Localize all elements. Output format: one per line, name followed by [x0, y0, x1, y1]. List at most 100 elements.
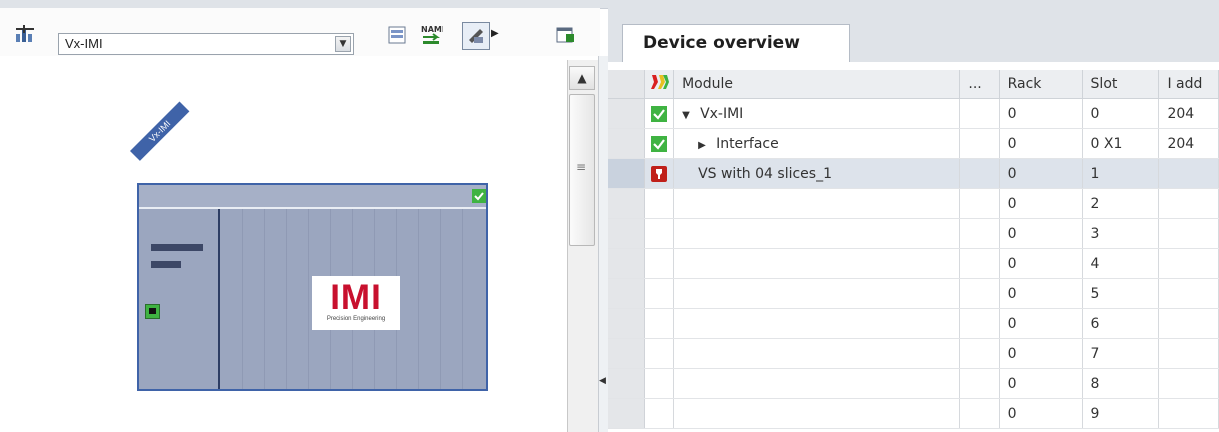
row-selector[interactable] [608, 98, 645, 129]
module-name: VS with 04 slices_1 [698, 165, 832, 182]
interface-port-icon[interactable] [145, 304, 160, 319]
scroll-up-icon[interactable]: ▲ [569, 66, 595, 90]
row-selector[interactable] [608, 308, 645, 339]
slot-cell[interactable]: 9 [1082, 398, 1160, 429]
network-tool-icon[interactable] [12, 22, 38, 48]
rack-cell[interactable]: 0 [999, 128, 1083, 159]
row-selector[interactable] [608, 218, 645, 249]
rack-cell[interactable]: 0 [999, 98, 1083, 129]
table-row[interactable]: 07 [608, 338, 1219, 369]
i-address-cell[interactable] [1158, 188, 1219, 219]
rack-cell[interactable]: 0 [999, 398, 1083, 429]
expand-right-icon[interactable]: ▶ [698, 140, 716, 151]
module-cell[interactable] [673, 368, 961, 399]
table-row[interactable]: ▼ Vx-IMI 0 0 204 [608, 98, 1219, 129]
module-cell[interactable] [673, 278, 961, 309]
i-address-cell[interactable] [1158, 278, 1219, 309]
device-select-value: Vx-IMI [65, 36, 103, 51]
slot-cell[interactable]: 5 [1082, 278, 1160, 309]
table-row[interactable]: 09 [608, 398, 1219, 429]
row-selector[interactable] [608, 338, 645, 369]
device-overview-table: Module ... Rack Slot I add ▼ Vx-IMI 0 0 204 ▶… [608, 70, 1219, 429]
slot-cell[interactable]: 0 X1 [1082, 128, 1160, 159]
slot-cell[interactable]: 6 [1082, 308, 1160, 339]
table-row[interactable]: ▶ Interface 0 0 X1 204 [608, 128, 1219, 159]
row-selector[interactable] [608, 158, 645, 189]
module-list-icon[interactable] [384, 22, 410, 48]
table-row[interactable]: 03 [608, 218, 1219, 249]
column-dots[interactable]: ... [959, 70, 1000, 99]
slot-cell[interactable]: 2 [1082, 188, 1160, 219]
status-cell [644, 188, 675, 219]
row-selector[interactable] [608, 248, 645, 279]
rack-cell[interactable]: 0 [999, 278, 1083, 309]
i-address-cell[interactable] [1158, 248, 1219, 279]
table-row[interactable]: 02 [608, 188, 1219, 219]
column-slot[interactable]: Slot [1082, 70, 1160, 99]
row-selector[interactable] [608, 188, 645, 219]
i-address-cell[interactable] [1158, 308, 1219, 339]
rack-cell[interactable]: 0 [999, 248, 1083, 279]
slot-cell[interactable]: 4 [1082, 248, 1160, 279]
table-row[interactable]: VS with 04 slices_1 0 1 [608, 158, 1219, 189]
column-rack[interactable]: Rack [999, 70, 1083, 99]
view-toggle-icon[interactable] [462, 22, 490, 50]
rack-cell[interactable]: 0 [999, 308, 1083, 339]
i-address-cell[interactable]: 204 [1158, 98, 1219, 129]
chevron-right-icon[interactable]: ▶ [491, 28, 499, 39]
rack-cell[interactable]: 0 [999, 188, 1083, 219]
status-ok-icon [472, 189, 486, 203]
status-cell [644, 98, 675, 129]
status-ok-icon [650, 135, 667, 152]
dots-cell [959, 98, 1000, 129]
i-address-cell[interactable] [1158, 158, 1219, 189]
device-module[interactable]: IMI Precision Engineering [137, 183, 488, 391]
rack-cell[interactable]: 0 [999, 368, 1083, 399]
i-address-cell[interactable] [1158, 368, 1219, 399]
module-cell[interactable] [673, 248, 961, 279]
module-cell[interactable] [673, 308, 961, 339]
canvas-scrollbar[interactable]: ▲ ≡ [567, 60, 599, 432]
i-address-cell[interactable] [1158, 398, 1219, 429]
module-cell[interactable] [673, 188, 961, 219]
slot-cell[interactable]: 3 [1082, 218, 1160, 249]
status-cell [644, 218, 675, 249]
table-row[interactable]: 08 [608, 368, 1219, 399]
rack-cell[interactable]: 0 [999, 218, 1083, 249]
device-select[interactable]: Vx-IMI ▼ [58, 33, 354, 55]
column-i-address[interactable]: I add [1158, 70, 1219, 99]
module-cell[interactable] [673, 398, 961, 429]
rack-cell[interactable]: 0 [999, 158, 1083, 189]
table-row[interactable]: 04 [608, 248, 1219, 279]
tab-device-overview[interactable]: Device overview [622, 24, 850, 62]
slot-cell[interactable]: 8 [1082, 368, 1160, 399]
column-module[interactable]: Module [673, 70, 961, 99]
properties-icon[interactable] [552, 22, 578, 48]
row-selector[interactable] [608, 278, 645, 309]
slot-cell[interactable]: 7 [1082, 338, 1160, 369]
status-cell [644, 308, 675, 339]
row-selector[interactable] [608, 128, 645, 159]
table-row[interactable]: 05 [608, 278, 1219, 309]
module-cell[interactable] [673, 338, 961, 369]
collapse-left-icon[interactable]: ◀ [599, 376, 607, 388]
device-view-toolbar: Vx-IMI ▼ NAME ▶ [0, 8, 600, 56]
i-address-cell[interactable] [1158, 338, 1219, 369]
chevron-down-icon[interactable]: ▼ [335, 36, 351, 52]
rack-cell[interactable]: 0 [999, 338, 1083, 369]
rename-icon[interactable]: NAME [418, 22, 444, 48]
slot-cell[interactable]: 0 [1082, 98, 1160, 129]
dots-cell [959, 368, 1000, 399]
row-selector[interactable] [608, 398, 645, 429]
module-cell[interactable] [673, 218, 961, 249]
module-cell[interactable]: ▶ Interface [673, 128, 961, 159]
slot-cell[interactable]: 1 [1082, 158, 1160, 189]
row-selector[interactable] [608, 368, 645, 399]
module-cell[interactable]: ▼ Vx-IMI [673, 98, 961, 129]
module-cell[interactable]: VS with 04 slices_1 [673, 158, 961, 189]
expand-down-icon[interactable]: ▼ [682, 110, 700, 121]
table-row[interactable]: 06 [608, 308, 1219, 339]
diagnostics-icon [650, 75, 669, 89]
i-address-cell[interactable]: 204 [1158, 128, 1219, 159]
i-address-cell[interactable] [1158, 218, 1219, 249]
